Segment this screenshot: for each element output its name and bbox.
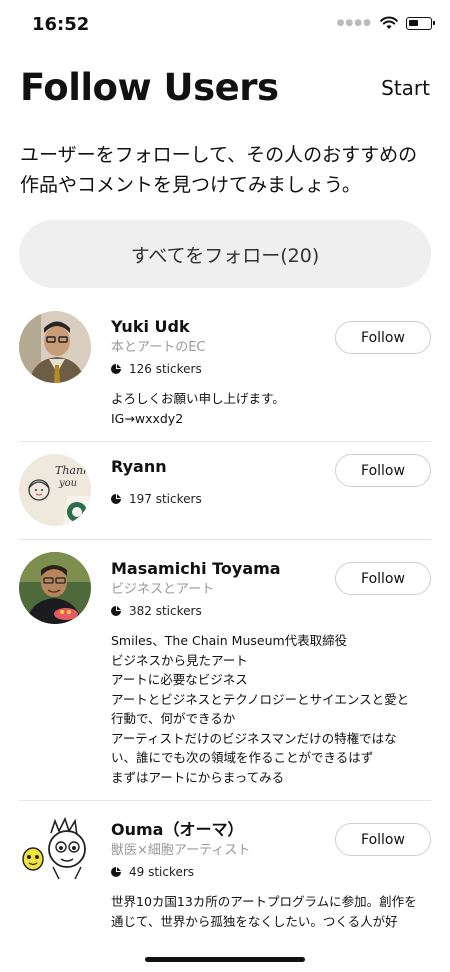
status-icons: ●●●● xyxy=(336,16,435,30)
user-item: Yuki Udk 本とアートのEC 126 stickers よろしくお願い申し… xyxy=(19,304,431,442)
wifi-icon xyxy=(380,16,398,29)
bio-line: 世界10カ国13カ所のアートプログラムに参加。創作を xyxy=(111,894,417,909)
sticker-count-label: 382 stickers xyxy=(129,604,202,618)
svg-text:you: you xyxy=(58,478,77,489)
status-bar: 16:52 ●●●● xyxy=(0,0,450,50)
follow-button[interactable]: Follow xyxy=(335,321,431,354)
bio-line: IG→wxxdy2 xyxy=(111,410,184,426)
bio-line: ビジネスから見たアート xyxy=(111,652,248,668)
avatar[interactable] xyxy=(19,813,91,885)
sticker-count: 49 stickers xyxy=(111,863,431,881)
user-bio: よろしくお願い申し上げます。 IG→wxxdy2 xyxy=(111,389,431,428)
intro-line: 作品やコメントを見つけてみましょう。 xyxy=(20,174,361,196)
bio-line: 通じて、世界から孤独をなくしたい。つくる人が好 xyxy=(111,913,398,929)
bio-line: よろしくお願い申し上げます。 xyxy=(111,391,285,406)
bio-line: まずはアートにからまってみる xyxy=(111,769,285,785)
follow-button[interactable]: Follow xyxy=(335,454,431,487)
sticker-count-label: 197 stickers xyxy=(129,492,202,506)
sticker-icon xyxy=(111,364,121,374)
sticker-count: 197 stickers xyxy=(111,490,431,508)
page-title: Follow Users xyxy=(20,66,279,109)
sticker-icon xyxy=(111,494,121,504)
intro-line: ユーザーをフォローして、その人のおすすめの xyxy=(20,144,418,166)
bio-line: アートに必要なビジネス xyxy=(111,672,248,687)
avatar[interactable] xyxy=(19,311,91,383)
intro-text: ユーザーをフォローして、その人のおすすめの 作品やコメントを見つけてみましょう。 xyxy=(20,140,432,200)
user-item: Thank you Ryann 197 stickers Follow xyxy=(19,442,431,540)
bio-line: Smiles、The Chain Museum代表取締役 xyxy=(111,633,348,648)
bio-line: アーティストだけのビジネスマンだけの特権ではな xyxy=(111,730,397,746)
follow-all-button[interactable]: すべてをフォロー(20) xyxy=(19,220,431,288)
user-bio: 世界10カ国13カ所のアートプログラムに参加。創作を 通じて、世界から孤独をなく… xyxy=(111,892,431,931)
sticker-count: 382 stickers xyxy=(111,602,431,620)
sticker-icon xyxy=(111,606,121,616)
follow-button[interactable]: Follow xyxy=(335,823,431,856)
home-indicator[interactable] xyxy=(145,957,305,962)
bio-line: 行動で、何ができるか xyxy=(111,711,236,726)
sticker-count-label: 49 stickers xyxy=(129,865,195,879)
sticker-count: 126 stickers xyxy=(111,360,431,378)
svg-text:Thank: Thank xyxy=(55,464,90,477)
start-button[interactable]: Start xyxy=(381,76,430,100)
sticker-icon xyxy=(111,867,121,877)
follow-button[interactable]: Follow xyxy=(335,562,431,595)
avatar[interactable] xyxy=(19,552,91,624)
sticker-count-label: 126 stickers xyxy=(129,362,202,376)
user-list: Yuki Udk 本とアートのEC 126 stickers よろしくお願い申し… xyxy=(0,304,450,951)
header: Follow Users Start xyxy=(20,62,430,118)
user-item: Masamichi Toyama ビジネスとアート 382 stickers S… xyxy=(19,540,431,801)
battery-icon xyxy=(406,16,435,30)
bio-line: アートとビジネスとテクノロジーとサイエンスと愛と xyxy=(111,691,410,707)
status-time: 16:52 xyxy=(32,14,90,35)
signal-icon: ●●●● xyxy=(336,18,372,28)
bio-line: い、誰にでも次の領域を作ることができるはず xyxy=(111,750,374,765)
avatar[interactable]: Thank you xyxy=(19,454,91,526)
user-bio: Smiles、The Chain Museum代表取締役 ビジネスから見たアート… xyxy=(111,631,431,787)
user-item: Ouma（オーマ） 獣医×細胞アーティスト 49 stickers 世界10カ国… xyxy=(19,801,431,951)
